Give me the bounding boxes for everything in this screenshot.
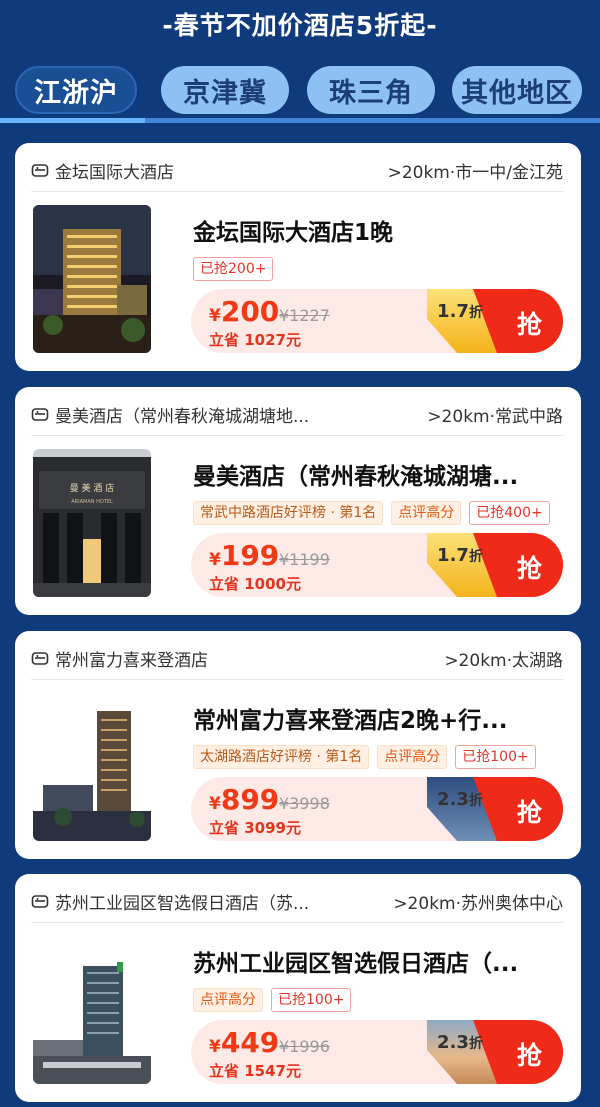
card-header: 金坛国际大酒店 >20km·市一中/金江苑 bbox=[31, 155, 563, 185]
tag-list: 已抢200+ bbox=[193, 257, 274, 281]
savings-text: 立省 1027元 bbox=[209, 331, 301, 349]
grabbed-count-tag: 已抢400+ bbox=[469, 501, 550, 525]
tag-list: 点评高分 已抢100+ bbox=[193, 988, 352, 1012]
price-value: 899 bbox=[220, 783, 280, 816]
currency-symbol: ¥ bbox=[209, 794, 221, 814]
hotel-bed-icon bbox=[31, 408, 49, 421]
tag-list: 常武中路酒店好评榜 · 第1名 点评高分 已抢400+ bbox=[193, 501, 550, 525]
currency-symbol: ¥ bbox=[209, 550, 221, 570]
svg-text:曼 美 酒 店: 曼 美 酒 店 bbox=[70, 482, 115, 494]
card-header: 苏州工业园区智选假日酒店（苏... >20km·苏州奥体中心 bbox=[31, 886, 563, 916]
grabbed-count-tag: 已抢200+ bbox=[193, 257, 274, 281]
price-bar[interactable]: ¥200 ¥1227 立省 1027元 1.7折 抢 bbox=[191, 289, 563, 353]
ranking-tag: 常武中路酒店好评榜 · 第1名 bbox=[193, 501, 384, 525]
current-price: ¥200 bbox=[209, 295, 279, 328]
tab-jiangzhehu[interactable]: 江浙沪 bbox=[15, 66, 137, 114]
current-price: ¥899 bbox=[209, 783, 279, 816]
hotel-card-2[interactable]: 曼美酒店（常州春秋淹城湖塘地... >20km·常武中路 曼 美 酒 店 ARI… bbox=[15, 387, 581, 615]
discount-value: 2.3 bbox=[437, 1032, 469, 1053]
card-header: 曼美酒店（常州春秋淹城湖塘地... >20km·常武中路 bbox=[31, 399, 563, 429]
product-title[interactable]: 常州富力喜来登酒店2晚+行... bbox=[193, 701, 561, 735]
tag-list: 太湖路酒店好评榜 · 第1名 点评高分 已抢100+ bbox=[193, 745, 536, 769]
discount-label: 2.3折 bbox=[430, 1032, 490, 1053]
high-score-tag: 点评高分 bbox=[193, 988, 263, 1012]
hotel-location: >20km·常武中路 bbox=[427, 406, 563, 427]
card-header: 常州富力喜来登酒店 >20km·太湖路 bbox=[31, 643, 563, 673]
hotel-tower-photo bbox=[33, 711, 151, 841]
original-price: ¥3998 bbox=[279, 794, 330, 813]
current-price: ¥199 bbox=[209, 539, 279, 572]
tab-zhusanjiao[interactable]: 珠三角 bbox=[307, 66, 435, 114]
tab-underline bbox=[0, 118, 600, 123]
discount-value: 1.7 bbox=[437, 301, 469, 322]
ranking-tag: 太湖路酒店好评榜 · 第1名 bbox=[193, 745, 370, 769]
hotel-night-photo bbox=[33, 205, 151, 353]
divider bbox=[31, 191, 563, 192]
banner-title: -春节不加价酒店5折起- bbox=[162, 11, 438, 40]
hotel-name: 苏州工业园区智选假日酒店（苏... bbox=[55, 893, 310, 914]
discount-label: 1.7折 bbox=[430, 301, 490, 322]
svg-text:ARIAMAN HOTEL: ARIAMAN HOTEL bbox=[71, 499, 113, 505]
hotel-sunset-photo bbox=[33, 962, 151, 1084]
product-title[interactable]: 苏州工业园区智选假日酒店（... bbox=[193, 944, 561, 978]
product-title[interactable]: 曼美酒店（常州春秋淹城湖塘... bbox=[193, 457, 561, 491]
discount-unit: 折 bbox=[468, 549, 483, 565]
discount-unit: 折 bbox=[468, 305, 483, 321]
active-tab-indicator bbox=[0, 118, 145, 123]
savings-text: 立省 1000元 bbox=[209, 575, 301, 593]
hotel-name: 曼美酒店（常州春秋淹城湖塘地... bbox=[55, 406, 310, 427]
hotel-bed-icon bbox=[31, 895, 49, 908]
currency-symbol: ¥ bbox=[209, 1037, 221, 1057]
hotel-entrance-photo: 曼 美 酒 店 ARIAMAN HOTEL bbox=[33, 449, 151, 597]
current-price: ¥449 bbox=[209, 1026, 279, 1059]
divider bbox=[31, 435, 563, 436]
hotel-image[interactable] bbox=[33, 205, 151, 353]
hotel-bed-icon bbox=[31, 652, 49, 665]
high-score-tag: 点评高分 bbox=[391, 501, 462, 525]
hotel-image[interactable] bbox=[33, 936, 151, 1084]
grabbed-count-tag: 已抢100+ bbox=[271, 988, 352, 1012]
hotel-image[interactable] bbox=[33, 693, 151, 841]
hotel-location: >20km·苏州奥体中心 bbox=[393, 893, 563, 914]
price-bar[interactable]: ¥899 ¥3998 立省 3099元 2.3折 抢 bbox=[191, 777, 563, 841]
price-bar[interactable]: ¥199 ¥1199 立省 1000元 1.7折 抢 bbox=[191, 533, 563, 597]
original-price: ¥1227 bbox=[279, 306, 330, 325]
divider bbox=[31, 922, 563, 923]
hotel-location: >20km·市一中/金江苑 bbox=[387, 162, 563, 183]
hotel-card-3[interactable]: 常州富力喜来登酒店 >20km·太湖路 常州富力喜来登酒店2晚+行... 太湖路… bbox=[15, 631, 581, 859]
discount-label: 1.7折 bbox=[430, 545, 490, 566]
hotel-name: 常州富力喜来登酒店 bbox=[55, 650, 208, 671]
price-bar[interactable]: ¥449 ¥1996 立省 1547元 2.3折 抢 bbox=[191, 1020, 563, 1084]
grabbed-count-tag: 已抢100+ bbox=[455, 745, 536, 769]
divider bbox=[31, 679, 563, 680]
original-price: ¥1199 bbox=[279, 550, 330, 569]
tab-jingjinji[interactable]: 京津冀 bbox=[161, 66, 289, 114]
hotel-name: 金坛国际大酒店 bbox=[55, 162, 174, 183]
high-score-tag: 点评高分 bbox=[377, 745, 448, 769]
discount-value: 1.7 bbox=[437, 545, 469, 566]
discount-unit: 折 bbox=[468, 793, 483, 809]
price-value: 200 bbox=[220, 295, 280, 328]
grab-button[interactable]: 抢 bbox=[517, 305, 542, 341]
hotel-card-1[interactable]: 金坛国际大酒店 >20km·市一中/金江苑 金坛国际大酒店1晚 已抢200+ ¥… bbox=[15, 143, 581, 371]
hotel-location: >20km·太湖路 bbox=[444, 650, 563, 671]
grab-button[interactable]: 抢 bbox=[517, 793, 542, 829]
tab-other-regions[interactable]: 其他地区 bbox=[452, 66, 582, 114]
price-value: 199 bbox=[220, 539, 280, 572]
hotel-bed-icon bbox=[31, 164, 49, 177]
hotel-image[interactable]: 曼 美 酒 店 ARIAMAN HOTEL bbox=[33, 449, 151, 597]
region-tabs: 江浙沪 京津冀 珠三角 其他地区 bbox=[0, 60, 600, 120]
product-title[interactable]: 金坛国际大酒店1晚 bbox=[193, 213, 561, 247]
discount-label: 2.3折 bbox=[430, 789, 490, 810]
grab-button[interactable]: 抢 bbox=[517, 1036, 542, 1072]
hotel-card-4[interactable]: 苏州工业园区智选假日酒店（苏... >20km·苏州奥体中心 苏州工业园区智选假… bbox=[15, 874, 581, 1102]
original-price: ¥1996 bbox=[279, 1037, 330, 1056]
discount-value: 2.3 bbox=[437, 789, 469, 810]
grab-button[interactable]: 抢 bbox=[517, 549, 542, 585]
savings-text: 立省 1547元 bbox=[209, 1062, 301, 1080]
price-value: 449 bbox=[220, 1026, 280, 1059]
discount-unit: 折 bbox=[468, 1036, 483, 1052]
currency-symbol: ¥ bbox=[209, 306, 221, 326]
savings-text: 立省 3099元 bbox=[209, 819, 301, 837]
